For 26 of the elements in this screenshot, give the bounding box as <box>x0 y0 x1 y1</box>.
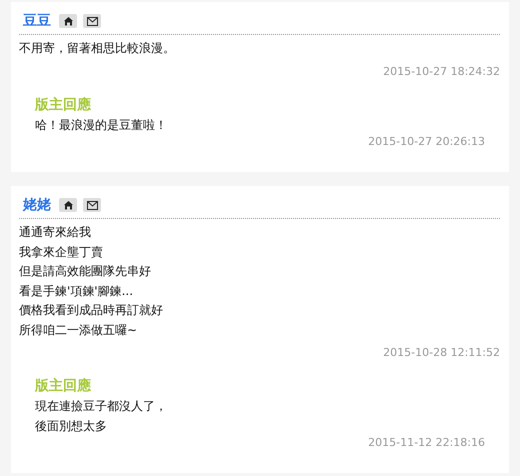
timestamp: 2015-10-27 20:26:13 <box>367 135 485 148</box>
reply-text: 哈！最浪漫的是豆董啦！ <box>35 116 168 134</box>
home-button[interactable] <box>59 198 77 212</box>
author-name[interactable]: 姥姥 <box>23 196 51 214</box>
timestamp: 2015-10-27 18:24:32 <box>382 64 500 78</box>
reply-text: 現在連撿豆子都沒人了， <box>35 398 168 415</box>
author-name[interactable]: 豆豆 <box>23 12 51 30</box>
reply-text: 後面別想太多 <box>35 418 108 434</box>
comment-text: 不用寄，留著相思比較浪漫。 <box>19 40 176 57</box>
mail-icon <box>86 200 98 210</box>
home-icon <box>62 200 74 210</box>
reply-title: 版主回應 <box>35 377 92 395</box>
comment-text: 所得咱二一添做五囉~ <box>19 322 138 338</box>
home-icon <box>62 16 74 26</box>
comment-text: 價格我看到成品時再訂就好 <box>19 302 164 319</box>
mail-button[interactable] <box>83 14 101 28</box>
timestamp: 2015-10-28 12:11:52 <box>382 346 500 359</box>
home-button[interactable] <box>59 14 77 28</box>
timestamp: 2015-11-12 22:18:16 <box>367 436 485 449</box>
mail-button[interactable] <box>83 198 101 212</box>
comment-text: 看是手鍊'項鍊'腳鍊... <box>19 282 134 300</box>
comment-text: 我拿來企壟丁賣 <box>19 244 104 260</box>
comment-text: 通通寄來給我 <box>19 224 92 241</box>
reply-title: 版主回應 <box>35 96 92 114</box>
mail-icon <box>86 16 98 26</box>
comment-text: 但是請高效能團隊先串好 <box>19 263 152 280</box>
